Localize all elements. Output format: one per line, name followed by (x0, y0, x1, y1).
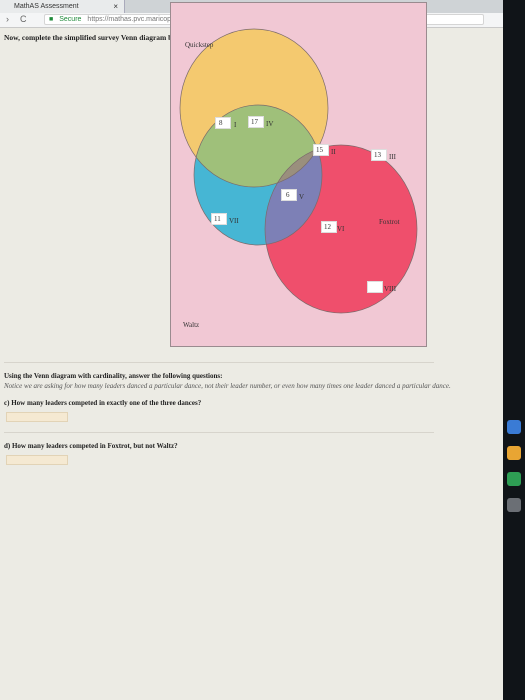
region-input-viii[interactable] (367, 281, 383, 293)
region-label-iv: IV (266, 120, 274, 128)
divider (4, 432, 434, 433)
venn-diagram: Foxtrot Quickstep I 8 II 15 III 13 IV 17… (170, 2, 427, 347)
forward-icon[interactable]: › (6, 14, 9, 24)
region-input-iii[interactable]: 13 (371, 149, 387, 161)
close-tab-icon[interactable]: × (113, 2, 118, 11)
taskbar-app-icon[interactable] (507, 472, 521, 486)
region-input-iv[interactable]: 17 (248, 116, 264, 128)
lock-icon: ■ (49, 16, 54, 23)
tab-title: MathAS Assessment (14, 3, 79, 10)
region-label-i: I (234, 121, 237, 129)
region-input-vi[interactable]: 12 (321, 221, 337, 233)
questions-heading: Using the Venn diagram with cardinality,… (4, 372, 223, 380)
taskbar-app-icon[interactable] (507, 420, 521, 434)
secure-label: Secure (59, 16, 82, 23)
os-taskbar (503, 0, 525, 700)
answer-input-c[interactable] (6, 412, 68, 422)
region-label-ii: II (331, 148, 336, 156)
reload-icon[interactable]: C (20, 14, 27, 24)
tab-mathas[interactable]: MathAS Assessment × (0, 0, 125, 13)
region-label-v: V (299, 193, 305, 201)
region-label-vi: VI (337, 225, 345, 233)
region-label-vii: VII (229, 217, 239, 225)
question-c: c) How many leaders competed in exactly … (4, 399, 202, 407)
questions-note: Notice we are asking for how many leader… (4, 382, 451, 390)
taskbar-app-icon[interactable] (507, 446, 521, 460)
taskbar-app-icon[interactable] (507, 498, 521, 512)
set-label-foxtrot: Foxtrot (379, 218, 400, 226)
region-input-i[interactable]: 8 (215, 117, 231, 129)
region-label-viii: VIII (384, 285, 397, 293)
divider (4, 362, 434, 363)
browser-window: MathAS Assessment × › C ■ Secure https:/… (0, 0, 503, 700)
set-label-quickstep: Quickstep (185, 41, 214, 49)
region-input-ii[interactable]: 15 (313, 144, 329, 156)
answer-input-d[interactable] (6, 455, 68, 465)
set-label-waltz: Waltz (183, 321, 200, 329)
region-input-v[interactable]: 6 (281, 189, 297, 201)
question-d: d) How many leaders competed in Foxtrot,… (4, 442, 178, 450)
venn-canvas (179, 28, 418, 314)
region-input-vii[interactable]: 11 (211, 213, 227, 225)
region-label-iii: III (389, 153, 396, 161)
